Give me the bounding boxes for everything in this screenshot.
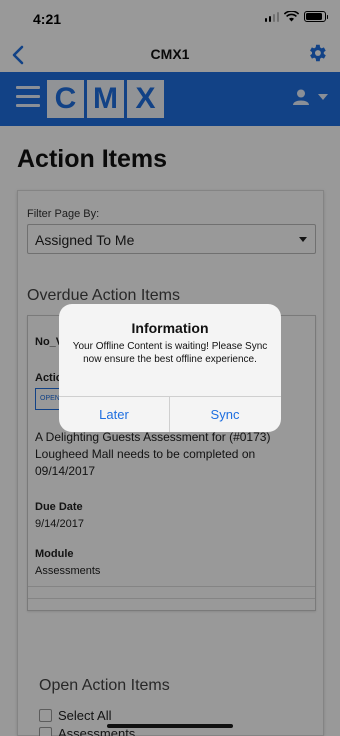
alert-message: Your Offline Content is waiting! Please … bbox=[72, 341, 268, 365]
alert-title: Information bbox=[131, 320, 209, 336]
sync-button[interactable]: Sync bbox=[170, 397, 280, 432]
home-indicator[interactable] bbox=[107, 724, 233, 728]
later-button[interactable]: Later bbox=[59, 397, 169, 432]
information-alert: Information Your Offline Content is wait… bbox=[59, 304, 281, 432]
